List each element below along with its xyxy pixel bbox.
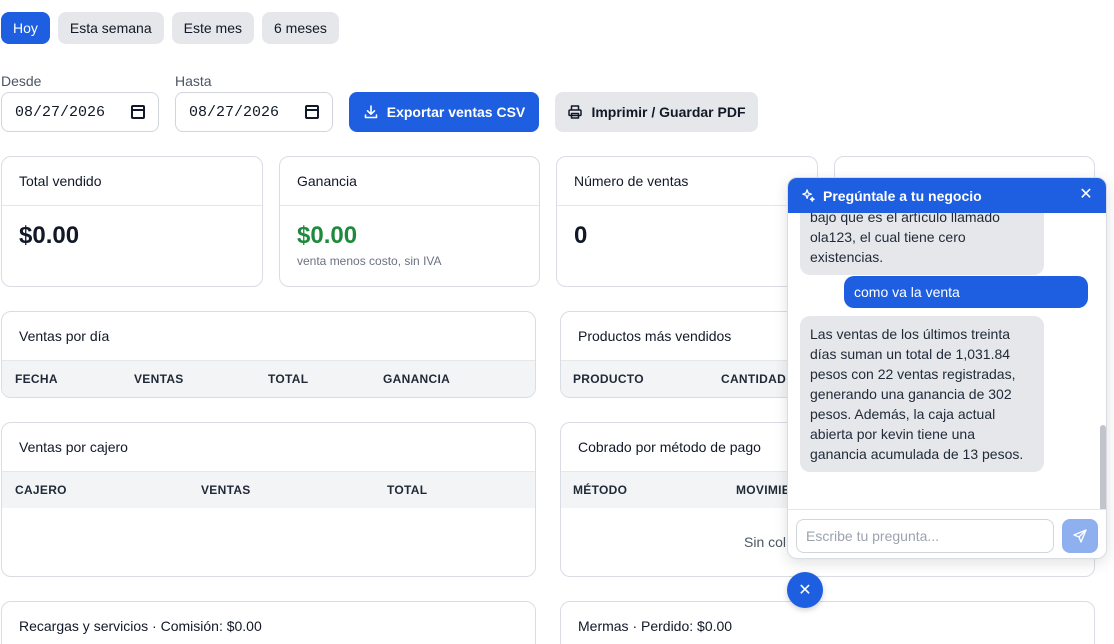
tab-hoy[interactable]: Hoy <box>1 12 50 44</box>
column-header: VENTAS <box>201 483 251 497</box>
ganancia-subtitle: venta menos costo, sin IVA <box>297 254 442 268</box>
calendar-icon[interactable] <box>131 105 145 119</box>
column-header: PRODUCTO <box>573 372 644 386</box>
card-title: Total vendido <box>2 157 262 206</box>
sparkle-icon <box>802 189 815 202</box>
assistant-message: Las ventas de los últimos treinta días s… <box>800 316 1044 472</box>
hasta-date-input[interactable]: 08/27/2026 <box>175 92 333 132</box>
column-header: TOTAL <box>387 483 428 497</box>
total-vendido-card: Total vendido $0.00 <box>1 156 263 287</box>
column-header: MÉTODO <box>573 483 628 497</box>
user-message: como va la venta <box>844 276 1088 308</box>
card-title: Ganancia <box>280 157 539 206</box>
chat-toggle-close-button[interactable]: ✕ <box>787 572 823 608</box>
hasta-label: Hasta <box>175 73 212 89</box>
hasta-date-value: 08/27/2026 <box>189 103 280 121</box>
column-header: FECHA <box>15 372 58 386</box>
export-csv-label: Exportar ventas CSV <box>386 104 526 120</box>
empty-state-text: Sin col <box>744 534 787 550</box>
send-button[interactable] <box>1062 519 1098 553</box>
column-header: GANANCIA <box>383 372 451 386</box>
card-title: Ventas por día <box>2 312 535 361</box>
tab-esta-semana[interactable]: Esta semana <box>57 12 164 44</box>
ventas-por-dia-card: Ventas por día FECHA VENTAS TOTAL GANANC… <box>1 311 536 398</box>
tab-6-meses[interactable]: 6 meses <box>261 12 339 44</box>
chat-header: Pregúntale a tu negocio ✕ <box>788 178 1106 213</box>
card-title: Recargas y servicios · Comisión: $0.00 <box>2 602 535 644</box>
chat-scrollbar[interactable] <box>1100 425 1106 509</box>
table-header: CAJERO VENTAS TOTAL <box>2 472 535 508</box>
chat-messages[interactable]: bajo que es el artículo llamado ola123, … <box>788 213 1106 509</box>
print-pdf-label: Imprimir / Guardar PDF <box>591 104 746 120</box>
table-header: FECHA VENTAS TOTAL GANANCIA <box>2 361 535 397</box>
tab-este-mes[interactable]: Este mes <box>171 12 254 44</box>
recargas-card: Recargas y servicios · Comisión: $0.00 <box>1 601 536 644</box>
chat-footer: Escribe tu pregunta... <box>788 509 1106 558</box>
chat-question-input[interactable]: Escribe tu pregunta... <box>796 519 1054 553</box>
column-header: CAJERO <box>15 483 67 497</box>
column-header: VENTAS <box>134 372 184 386</box>
chat-title: Pregúntale a tu negocio <box>823 187 982 204</box>
column-header: TOTAL <box>268 372 309 386</box>
range-tabs: Hoy Esta semana Este mes 6 meses <box>1 12 339 44</box>
printer-icon <box>568 105 583 119</box>
card-title: Ventas por cajero <box>2 423 535 472</box>
numero-ventas-card: Número de ventas 0 <box>556 156 818 287</box>
print-pdf-button[interactable]: Imprimir / Guardar PDF <box>555 92 758 132</box>
ventas-por-cajero-card: Ventas por cajero CAJERO VENTAS TOTAL <box>1 422 536 577</box>
numero-ventas-value: 0 <box>574 222 588 249</box>
export-csv-button[interactable]: Exportar ventas CSV <box>349 92 539 132</box>
card-title: Número de ventas <box>557 157 817 206</box>
assistant-message: bajo que es el artículo llamado ola123, … <box>800 213 1044 275</box>
send-icon <box>1073 529 1087 543</box>
ganancia-value: $0.00 <box>297 222 358 249</box>
desde-label: Desde <box>1 73 42 89</box>
chat-panel: Pregúntale a tu negocio ✕ bajo que es el… <box>787 177 1107 559</box>
card-title: Mermas · Perdido: $0.00 <box>561 602 1094 644</box>
mermas-card: Mermas · Perdido: $0.00 <box>560 601 1095 644</box>
desde-date-input[interactable]: 08/27/2026 <box>1 92 159 132</box>
close-icon[interactable]: ✕ <box>1078 187 1094 203</box>
close-icon: ✕ <box>798 582 812 599</box>
column-header: MOVIMIE <box>736 483 791 497</box>
ganancia-card: Ganancia $0.00 venta menos costo, sin IV… <box>279 156 540 287</box>
calendar-icon[interactable] <box>305 105 319 119</box>
download-icon <box>364 105 378 119</box>
desde-date-value: 08/27/2026 <box>15 103 106 121</box>
total-vendido-value: $0.00 <box>19 222 80 249</box>
column-header: CANTIDAD <box>721 372 787 386</box>
